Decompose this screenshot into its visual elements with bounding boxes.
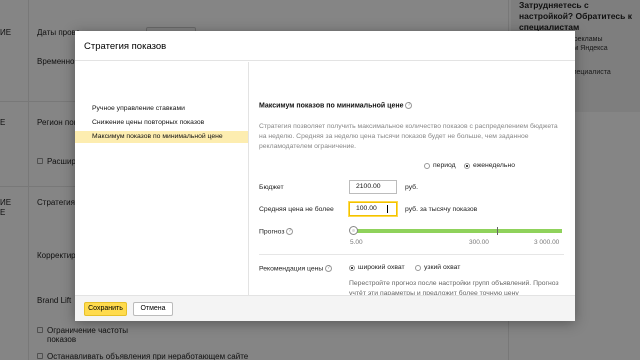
forecast-label-text: Прогноз bbox=[259, 228, 285, 236]
forecast-scale-min: 5.00 bbox=[350, 239, 363, 246]
forecast-slider-handle[interactable] bbox=[349, 226, 358, 235]
modal-header: Стратегия показов bbox=[75, 31, 575, 61]
radio-wide-reach[interactable]: широкий охват bbox=[349, 264, 405, 271]
recommendation-label-text: Рекомендация цены bbox=[259, 265, 324, 273]
strategy-list: Ручное управление ставками Снижение цены… bbox=[75, 62, 249, 295]
text-cursor bbox=[387, 205, 388, 213]
avg-price-unit: руб. за тысячу показов bbox=[405, 206, 478, 213]
radio-wide-reach-circle[interactable] bbox=[349, 264, 355, 271]
strategy-item-reduce-repeat[interactable]: Снижение цены повторных показов bbox=[75, 117, 248, 129]
radio-weekly-label: еженедельно bbox=[473, 162, 515, 169]
radio-wide-reach-label: широкий охват bbox=[358, 264, 405, 271]
radio-narrow-reach[interactable]: узкий охват bbox=[415, 264, 460, 271]
avg-price-value: 100.00 bbox=[356, 205, 377, 212]
strategy-description: Стратегия позволяет получить максимально… bbox=[259, 123, 558, 150]
avg-price-input[interactable]: 100.00 bbox=[349, 202, 397, 216]
help-icon[interactable]: ? bbox=[405, 102, 413, 109]
strategy-item-manual[interactable]: Ручное управление ставками bbox=[75, 103, 248, 115]
forecast-scale-max: 3 000.00 bbox=[534, 239, 560, 246]
budget-label: Бюджет bbox=[259, 184, 284, 191]
radio-narrow-reach-label: узкий охват bbox=[424, 264, 461, 271]
forecast-label: Прогноз ? bbox=[259, 228, 294, 236]
modal-title: Стратегия показов bbox=[84, 41, 167, 52]
radio-period-circle[interactable] bbox=[424, 162, 430, 169]
forecast-slider-track[interactable] bbox=[355, 229, 562, 233]
strategy-settings: Максимум показов по минимальной цене ? С… bbox=[250, 62, 575, 297]
settings-title-text: Максимум показов по минимальной цене bbox=[259, 102, 404, 110]
avg-price-label: Средняя цена не более bbox=[259, 206, 334, 213]
radio-weekly-circle[interactable] bbox=[464, 162, 470, 169]
forecast-scale-mid: 300.00 bbox=[469, 239, 489, 246]
radio-narrow-reach-circle[interactable] bbox=[415, 264, 421, 271]
settings-title: Максимум показов по минимальной цене ? bbox=[259, 102, 413, 110]
budget-input[interactable]: 2100.00 bbox=[349, 180, 397, 194]
recommendation-label: Рекомендация цены ? bbox=[259, 265, 333, 273]
forecast-slider-tick bbox=[497, 227, 498, 235]
help-icon[interactable]: ? bbox=[286, 228, 294, 235]
strategy-modal: Стратегия показов Ручное управление став… bbox=[75, 31, 575, 321]
radio-weekly[interactable]: еженедельно bbox=[464, 162, 515, 169]
budget-unit: руб. bbox=[405, 184, 418, 191]
save-button[interactable]: Сохранить bbox=[84, 302, 127, 316]
strategy-item-max-impressions[interactable]: Максимум показов по минимальной цене bbox=[75, 131, 248, 143]
help-icon[interactable]: ? bbox=[325, 265, 333, 272]
modal-footer: Сохранить Отмена bbox=[75, 295, 575, 321]
radio-period[interactable]: период bbox=[424, 162, 456, 169]
divider bbox=[259, 254, 564, 255]
cancel-button[interactable]: Отмена bbox=[133, 302, 173, 316]
radio-period-label: период bbox=[433, 162, 456, 169]
